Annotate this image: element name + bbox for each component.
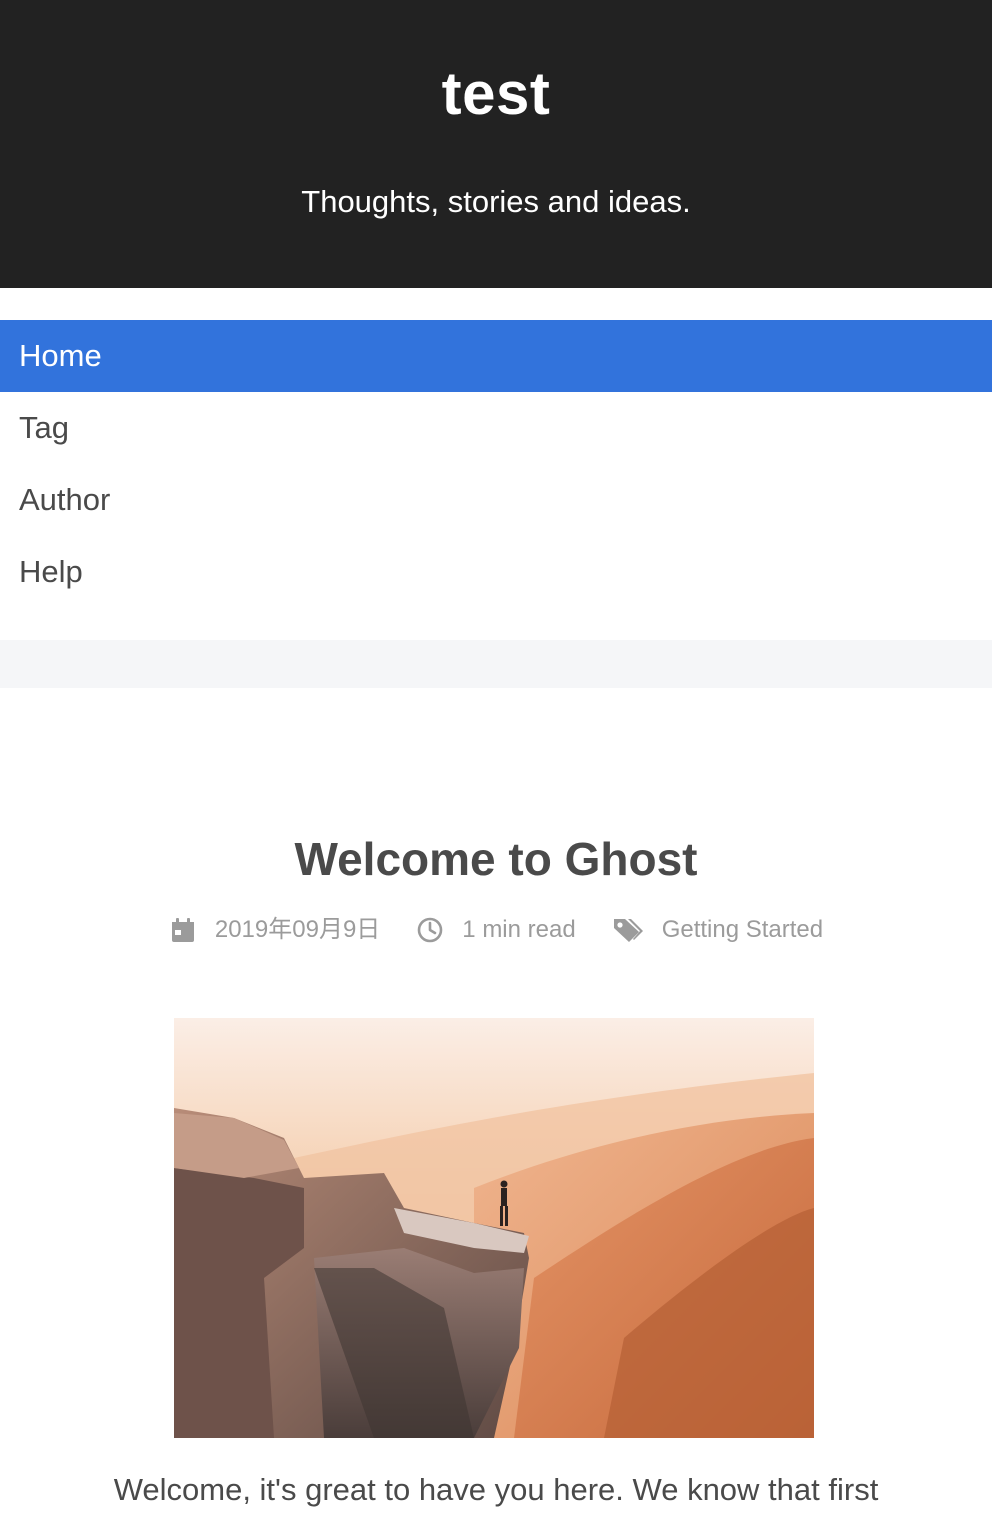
post-read-time-text: 1 min read — [462, 916, 576, 943]
nav-item-tag[interactable]: Tag — [0, 392, 992, 464]
tags-icon — [612, 916, 644, 944]
post-date-text: 2019年09月9日 — [214, 916, 381, 943]
clock-icon — [416, 916, 444, 944]
nav-item-author[interactable]: Author — [0, 464, 992, 536]
post-date: 2019年09月9日 — [169, 914, 380, 946]
post-read-time: 1 min read — [416, 914, 576, 946]
post-tag-link[interactable]: Getting Started — [662, 914, 823, 946]
post-title[interactable]: Welcome to Ghost — [0, 829, 992, 889]
site-title[interactable]: test — [0, 58, 992, 130]
nav-item-home[interactable]: Home — [0, 320, 992, 392]
main-nav: Home Tag Author Help — [0, 320, 992, 608]
landscape-photo — [174, 1018, 814, 1438]
post-excerpt: Welcome, it's great to have you here. We… — [113, 1472, 879, 1507]
post-tag: Getting Started — [612, 914, 823, 946]
site-header: test Thoughts, stories and ideas. — [0, 0, 992, 288]
post-meta: 2019年09月9日 1 min read Getting Started — [0, 914, 992, 946]
post-feature-image[interactable] — [174, 1018, 814, 1438]
site-description: Thoughts, stories and ideas. — [301, 184, 691, 219]
nav-item-help[interactable]: Help — [0, 536, 992, 608]
calendar-icon — [169, 916, 197, 944]
section-divider — [0, 640, 992, 688]
